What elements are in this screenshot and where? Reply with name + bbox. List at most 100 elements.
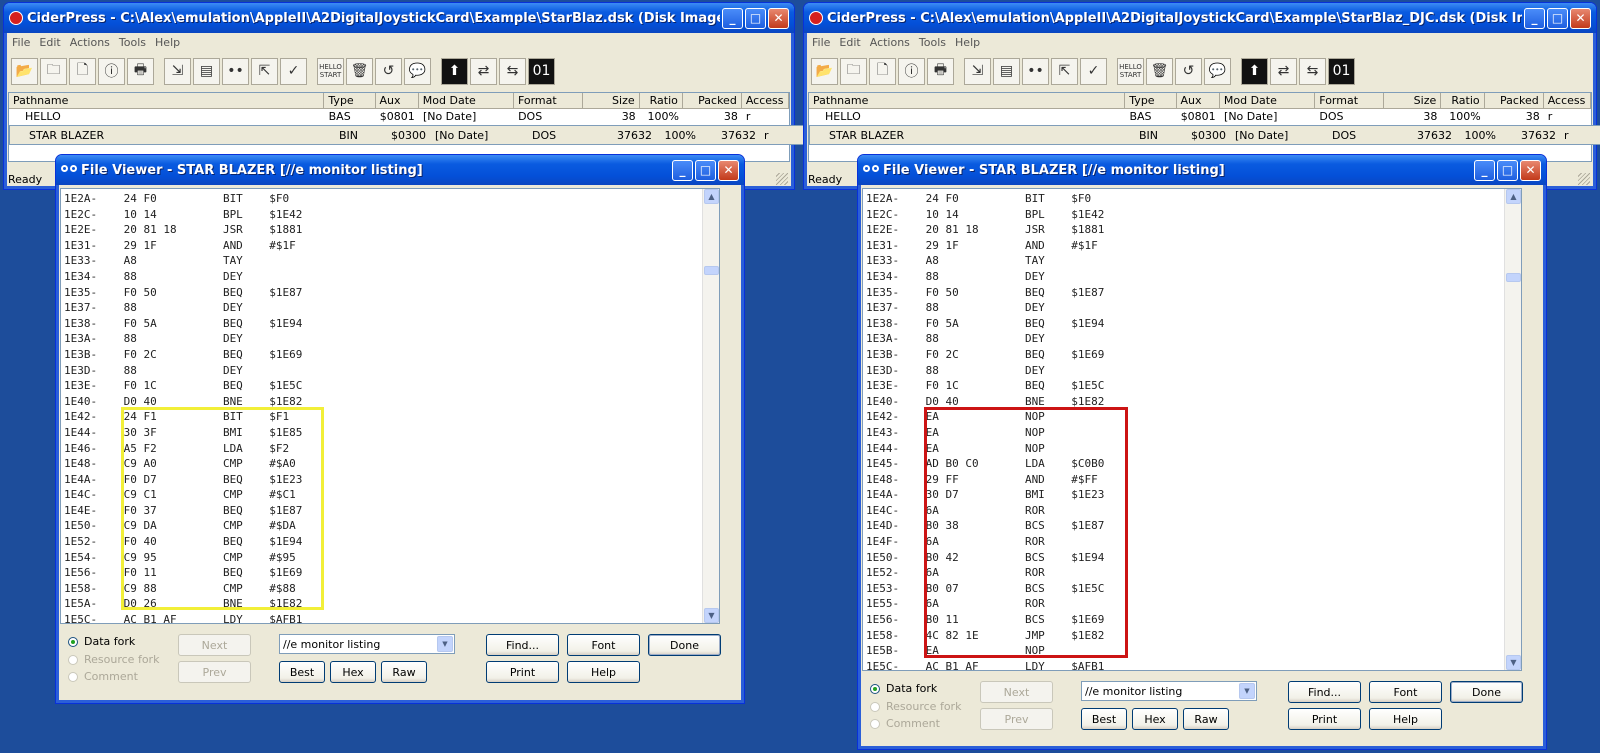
hex-button[interactable]: Hex xyxy=(330,661,376,683)
binary-icon[interactable]: 01 xyxy=(528,57,555,85)
vertical-scrollbar[interactable]: ▲ ▼ xyxy=(1504,189,1521,670)
column-header[interactable]: Pathname xyxy=(809,93,1126,108)
scroll-down-arrow[interactable]: ▼ xyxy=(704,608,719,623)
column-header[interactable]: Access xyxy=(1544,93,1591,108)
best-button[interactable]: Best xyxy=(1081,708,1127,730)
column-header[interactable]: Ratio xyxy=(640,93,683,108)
resize-grip[interactable] xyxy=(1578,173,1590,185)
comment-icon[interactable]: 💬 xyxy=(1204,57,1231,85)
best-button[interactable]: Best xyxy=(279,661,325,683)
column-header[interactable]: Aux xyxy=(1177,93,1220,108)
convert-disk-icon[interactable]: ⇄ xyxy=(470,57,497,85)
convert-archive-icon[interactable]: ⇆ xyxy=(499,57,526,85)
column-header[interactable]: Mod Date xyxy=(419,93,514,108)
column-header[interactable]: Type xyxy=(324,93,376,108)
minimize-button[interactable]: _ xyxy=(1474,159,1495,181)
viewer-titlebar[interactable]: File Viewer - STAR BLAZER [//e monitor l… xyxy=(858,155,1546,185)
column-header[interactable]: Size xyxy=(1384,93,1442,108)
prev-button[interactable]: Prev xyxy=(980,708,1053,730)
new-icon[interactable]: 🗋 xyxy=(69,57,96,85)
maximize-button[interactable]: □ xyxy=(1547,7,1568,29)
viewer-titlebar[interactable]: File Viewer - STAR BLAZER [//e monitor l… xyxy=(56,155,744,185)
maximize-button[interactable]: □ xyxy=(745,7,766,29)
column-header[interactable]: Type xyxy=(1125,93,1177,108)
radio-resource-fork[interactable]: Resource fork xyxy=(870,700,961,713)
open-icon[interactable]: 📂 xyxy=(11,57,38,85)
open-icon[interactable]: 📂 xyxy=(811,57,838,85)
column-header[interactable]: Format xyxy=(1315,93,1385,108)
menu-actions[interactable]: Actions xyxy=(70,36,110,49)
font-button[interactable]: Font xyxy=(567,634,640,656)
right-main-titlebar[interactable]: CiderPress - C:\Alex\emulation\AppleII\A… xyxy=(804,3,1596,33)
column-header[interactable]: Packed xyxy=(683,93,742,108)
radio-data-fork[interactable]: Data fork xyxy=(870,682,937,695)
list-row[interactable]: STAR BLAZER BIN $0300 [No Date] DOS 37632 100%… xyxy=(9,125,809,145)
find-button[interactable]: Find... xyxy=(1288,681,1361,703)
hex-button[interactable]: Hex xyxy=(1132,708,1178,730)
extract-icon[interactable]: ⇱ xyxy=(251,57,278,85)
print-button[interactable]: Print xyxy=(1288,708,1361,730)
format-select[interactable]: //e monitor listing ▼ xyxy=(279,634,455,654)
maximize-button[interactable]: □ xyxy=(1497,159,1518,181)
test-icon[interactable]: ✓ xyxy=(280,57,307,85)
column-header[interactable]: Pathname xyxy=(9,93,325,108)
add-disk-icon[interactable]: ▤ xyxy=(193,57,220,85)
left-main-titlebar[interactable]: CiderPress - C:\Alex\emulation\AppleII\A… xyxy=(4,3,794,33)
next-button[interactable]: Next xyxy=(980,681,1053,703)
add-files-icon[interactable]: ⇲ xyxy=(964,57,991,85)
print-button[interactable]: Print xyxy=(486,661,559,683)
hello-start-icon[interactable]: HELLO START xyxy=(317,57,344,85)
maximize-button[interactable]: □ xyxy=(695,159,716,181)
menu-help[interactable]: Help xyxy=(955,36,980,49)
hello-start-icon[interactable]: HELLO START xyxy=(1117,57,1144,85)
minimize-button[interactable]: _ xyxy=(1524,7,1545,29)
raw-button[interactable]: Raw xyxy=(1183,708,1229,730)
radio-comment[interactable]: Comment xyxy=(870,717,940,730)
radio-comment[interactable]: Comment xyxy=(68,670,138,683)
help-button[interactable]: Help xyxy=(567,661,640,683)
menu-file[interactable]: File xyxy=(12,36,30,49)
new-subdir-icon[interactable]: •• xyxy=(222,57,249,85)
close-button[interactable]: ✕ xyxy=(718,159,739,181)
column-header[interactable]: Access xyxy=(742,93,789,108)
close-button[interactable]: ✕ xyxy=(768,7,789,29)
list-row[interactable]: HELLO BAS $0801 [No Date] DOS 38 100% 38 r xyxy=(9,109,789,125)
disk-info-icon[interactable]: ⓘ xyxy=(98,57,125,85)
done-button[interactable]: Done xyxy=(648,634,721,656)
convert-disk-icon[interactable]: ⇄ xyxy=(1270,57,1297,85)
column-header[interactable]: Mod Date xyxy=(1220,93,1316,108)
column-header[interactable]: Format xyxy=(514,93,583,108)
scroll-thumb[interactable] xyxy=(1506,273,1521,282)
disk-info-icon[interactable]: ⓘ xyxy=(898,57,925,85)
radio-resource-fork[interactable]: Resource fork xyxy=(68,653,159,666)
font-button[interactable]: Font xyxy=(1369,681,1442,703)
open-volume-icon[interactable]: 🗀 xyxy=(840,57,867,85)
menu-actions[interactable]: Actions xyxy=(870,36,910,49)
help-button[interactable]: Help xyxy=(1369,708,1442,730)
open-volume-icon[interactable]: 🗀 xyxy=(40,57,67,85)
test-icon[interactable]: ✓ xyxy=(1080,57,1107,85)
delete-icon[interactable]: 🗑 xyxy=(1146,57,1173,85)
new-subdir-icon[interactable]: •• xyxy=(1022,57,1049,85)
print-icon[interactable]: 🖶 xyxy=(927,57,954,85)
rename-icon[interactable]: ↺ xyxy=(1175,57,1202,85)
view-icon[interactable]: ⬆ xyxy=(441,57,468,85)
next-button[interactable]: Next xyxy=(178,634,251,656)
minimize-button[interactable]: _ xyxy=(672,159,693,181)
raw-button[interactable]: Raw xyxy=(381,661,427,683)
scroll-up-arrow[interactable]: ▲ xyxy=(704,189,719,204)
add-files-icon[interactable]: ⇲ xyxy=(164,57,191,85)
done-button[interactable]: Done xyxy=(1450,681,1523,703)
listing-text[interactable]: 1E2A- 24 F0 BIT $F0 1E2C- 10 14 BPL $1E42… xyxy=(862,188,1522,671)
prev-button[interactable]: Prev xyxy=(178,661,251,683)
menu-tools[interactable]: Tools xyxy=(119,36,146,49)
scroll-up-arrow[interactable]: ▲ xyxy=(1506,189,1521,204)
list-row[interactable]: HELLO BAS $0801 [No Date] DOS 38 100% 38 r xyxy=(809,109,1591,125)
close-button[interactable]: ✕ xyxy=(1570,7,1591,29)
delete-icon[interactable]: 🗑 xyxy=(346,57,373,85)
binary-icon[interactable]: 01 xyxy=(1328,57,1355,85)
menu-edit[interactable]: Edit xyxy=(839,36,860,49)
radio-data-fork[interactable]: Data fork xyxy=(68,635,135,648)
find-button[interactable]: Find... xyxy=(486,634,559,656)
vertical-scrollbar[interactable]: ▲ ▼ xyxy=(702,189,719,623)
